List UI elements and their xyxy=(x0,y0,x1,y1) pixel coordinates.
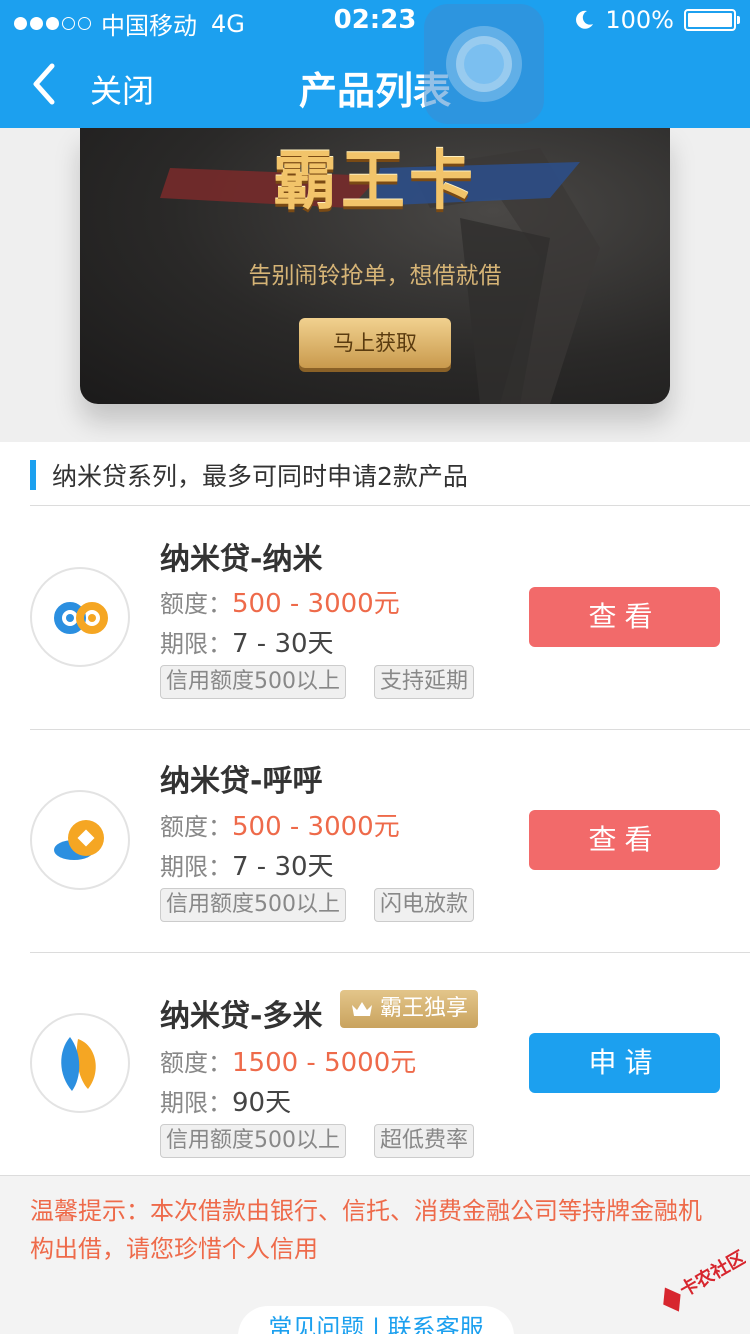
amount-row: 额度：500 - 3000元 xyxy=(160,806,400,843)
product-item[interactable]: 纳米贷-纳米 额度：500 - 3000元 期限：7 - 30天 信用额度500… xyxy=(0,506,750,728)
term-value: 7 - 30天 xyxy=(232,852,334,882)
term-value: 90天 xyxy=(232,1088,292,1118)
amount-row: 额度：1500 - 5000元 xyxy=(160,1042,416,1079)
nav-bar: 关闭 产品列表 xyxy=(0,40,750,128)
product-tag: 信用额度500以上 xyxy=(160,888,346,922)
page: 中国移动 4G 02:23 100% 关闭 产品列表 霸王卡 告别闹铃抢单，想借… xyxy=(0,0,750,1334)
amount-label: 额度： xyxy=(160,590,232,618)
product-tag: 支持延期 xyxy=(374,665,475,699)
battery-icon xyxy=(684,9,740,31)
view-button[interactable]: 查看 xyxy=(529,810,720,870)
product-logo xyxy=(30,567,130,667)
banner-subtitle: 告别闹铃抢单，想借就借 xyxy=(248,263,502,289)
product-logo xyxy=(30,790,130,890)
term-row: 期限：90天 xyxy=(160,1082,291,1119)
coin-logo-icon xyxy=(54,820,104,860)
product-name: 纳米贷-多米 xyxy=(160,999,323,1034)
product-tag: 闪电放款 xyxy=(374,888,475,922)
header: 中国移动 4G 02:23 100% 关闭 产品列表 xyxy=(0,0,750,128)
term-label: 期限： xyxy=(160,853,232,881)
product-logo xyxy=(30,1013,130,1113)
infinity-logo-icon xyxy=(54,602,108,634)
help-contact-link[interactable]: 常见问题 | 联系客服 xyxy=(238,1306,514,1334)
banner-title: 霸王卡 xyxy=(273,145,477,219)
crown-icon xyxy=(352,1002,372,1016)
product-tag: 超低费率 xyxy=(374,1124,475,1158)
amount-label: 额度： xyxy=(160,1049,232,1077)
status-bar: 中国移动 4G 02:23 100% xyxy=(0,0,750,40)
product-item[interactable]: 纳米贷-呼呼 额度：500 - 3000元 期限：7 - 30天 信用额度500… xyxy=(0,730,750,952)
product-name: 纳米贷-纳米 xyxy=(160,542,323,577)
term-row: 期限：7 - 30天 xyxy=(160,623,334,660)
product-section: 纳米贷系列，最多可同时申请2款产品 纳米贷-纳米 额度：500 - 3000元 … xyxy=(0,442,750,1175)
page-title: 产品列表 xyxy=(298,69,451,113)
term-label: 期限： xyxy=(160,1089,232,1117)
term-value: 7 - 30天 xyxy=(232,629,334,659)
get-now-button[interactable]: 马上获取 xyxy=(299,318,451,368)
product-name: 纳米贷-呼呼 xyxy=(160,764,323,799)
view-button[interactable]: 查看 xyxy=(529,587,720,647)
amount-label: 额度： xyxy=(160,813,232,841)
watermark-logo: 卡农社区 xyxy=(663,1246,746,1312)
battery-percent: 100% xyxy=(605,6,674,34)
notice-text: 温馨提示：本次借款由银行、信托、消费金融公司等持牌金融机构出借，请您珍惜个人信用 xyxy=(30,1197,702,1263)
exclusive-badge-label: 霸王独享 xyxy=(380,996,469,1021)
moon-icon xyxy=(576,10,594,29)
status-right: 100% xyxy=(573,6,740,34)
amount-value: 1500 - 5000元 xyxy=(232,1048,417,1078)
term-row: 期限：7 - 30天 xyxy=(160,846,334,883)
product-tag: 信用额度500以上 xyxy=(160,665,346,699)
apply-button[interactable]: 申请 xyxy=(529,1033,720,1093)
amount-row: 额度：500 - 3000元 xyxy=(160,583,400,620)
svg-text:卡农社区: 卡农社区 xyxy=(676,1246,746,1301)
section-heading-text: 纳米贷系列，最多可同时申请2款产品 xyxy=(52,462,468,491)
exclusive-badge: 霸王独享 xyxy=(340,990,479,1028)
banner-area: 霸王卡 告别闹铃抢单，想借就借 马上获取 xyxy=(0,128,750,442)
section-heading: 纳米贷系列，最多可同时申请2款产品 xyxy=(30,458,468,492)
assistive-touch-button[interactable] xyxy=(424,4,544,124)
term-label: 期限： xyxy=(160,630,232,658)
amount-value: 500 - 3000元 xyxy=(232,812,400,842)
product-item[interactable]: 纳米贷-多米 霸王独享 额度：1500 - 5000元 期限：90天 信用额度5… xyxy=(0,953,750,1175)
heading-accent-bar xyxy=(30,460,36,490)
product-tag: 信用额度500以上 xyxy=(160,1124,346,1158)
amount-value: 500 - 3000元 xyxy=(232,589,400,619)
petal-logo-icon xyxy=(61,1037,96,1091)
divider xyxy=(0,1175,750,1176)
promo-banner[interactable]: 霸王卡 告别闹铃抢单，想借就借 马上获取 xyxy=(80,128,670,404)
